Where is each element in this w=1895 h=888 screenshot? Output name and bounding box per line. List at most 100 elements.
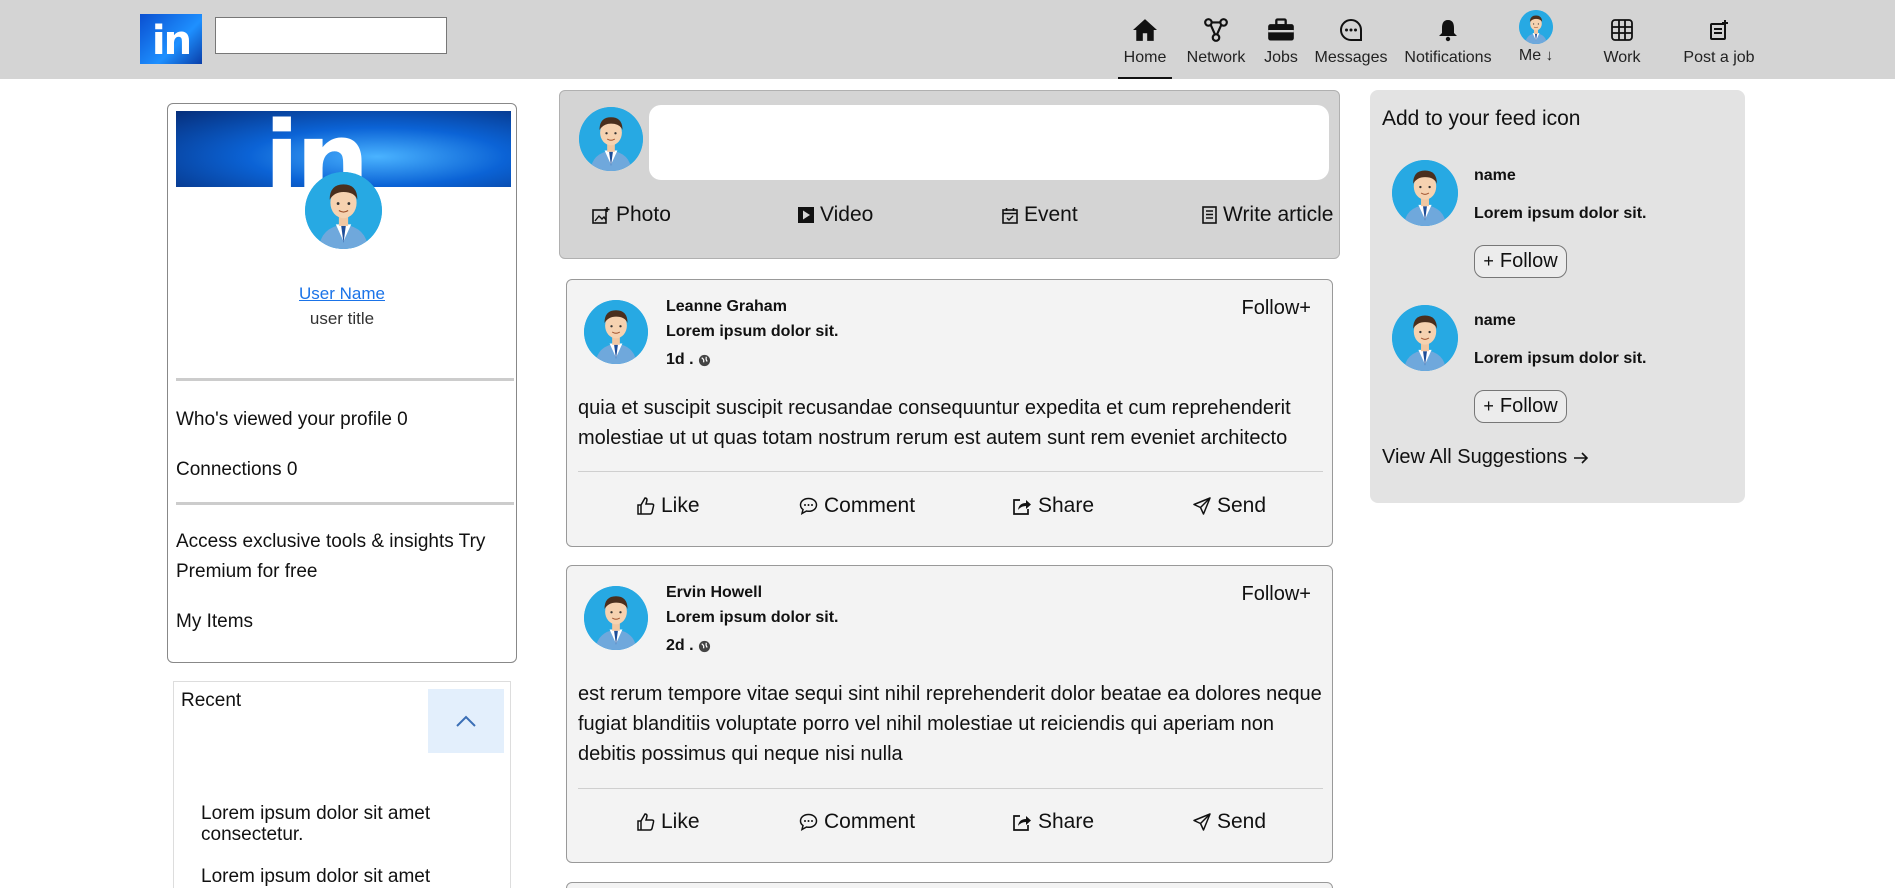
premium-link[interactable]: Access exclusive tools & insights Try Pr… [176,527,506,587]
grid-icon [1611,16,1633,44]
send-icon [1193,497,1211,515]
nav-network-label: Network [1186,49,1246,66]
event-button[interactable]: Event [1002,203,1078,227]
nav-home[interactable]: Home [1118,0,1172,79]
like-button[interactable]: Like [637,810,700,834]
feed-post: Leanne Graham Lorem ipsum dolor sit. 1d … [566,279,1333,547]
send-button[interactable]: Send [1193,494,1266,518]
share-icon [1013,814,1031,831]
network-icon [1203,16,1229,44]
share-button[interactable]: Share [1013,494,1094,518]
post-author-subtitle: Lorem ipsum dolor sit. [666,609,839,626]
suggestion-avatar[interactable] [1392,305,1458,371]
post-body: est rerum tempore vitae sequi sint nihil… [578,683,1322,765]
nav-jobs[interactable]: Jobs [1262,0,1300,79]
follow-button[interactable]: + Follow [1474,390,1567,423]
post-time-text: 1d . [666,351,694,368]
globe-icon [698,354,710,366]
feed-suggestions-card: Add to your feed icon name Lorem ipsum d… [1370,90,1745,503]
post-time: 2d . [666,637,711,655]
nav-post-job-label: Post a job [1683,49,1755,66]
my-items-link[interactable]: My Items [176,607,506,637]
nav-messages-label: Messages [1314,49,1388,66]
profile-avatar[interactable] [305,172,382,249]
send-icon [1193,813,1211,831]
suggestion-avatar[interactable] [1392,160,1458,226]
suggestions-title: Add to your feed icon [1382,107,1581,130]
recent-item[interactable]: Lorem ipsum dolor sit amet consectetur. [201,803,491,845]
article-icon [1202,206,1217,224]
post-author-avatar[interactable] [584,300,648,364]
start-post-input[interactable] [649,105,1329,180]
profile-views-link[interactable]: Who's viewed your profile 0 [176,405,506,435]
follow-button[interactable]: Follow+ [1242,297,1311,320]
like-label: Like [661,810,700,833]
profile-user-name[interactable]: User Name [168,284,516,304]
post-divider [578,788,1323,789]
share-label: Share [1038,810,1095,833]
nav-notifications[interactable]: Notifications [1403,0,1493,79]
view-all-suggestions-link[interactable]: View All Suggestions [1382,446,1589,469]
feed-post: Ervin Howell Lorem ipsum dolor sit. 2d .… [566,565,1333,863]
view-all-label: View All Suggestions [1382,446,1568,468]
calendar-icon [1002,207,1018,224]
video-button[interactable]: Video [798,203,873,227]
comment-icon [799,813,818,831]
recent-collapse-button[interactable] [428,689,504,753]
share-button[interactable]: Share [1013,810,1094,834]
comment-label: Comment [824,494,916,517]
video-icon [798,207,814,223]
follow-button[interactable]: Follow+ [1242,583,1311,606]
share-icon [1013,498,1031,515]
message-icon [1338,16,1364,44]
photo-icon [592,207,610,224]
send-button[interactable]: Send [1193,810,1266,834]
nav-work-label: Work [1603,49,1641,66]
like-button[interactable]: Like [637,494,700,518]
nav-work[interactable]: Work [1600,0,1644,79]
nav-me[interactable]: Me ↓ [1512,0,1560,79]
thumbs-up-icon [637,497,655,515]
search-input[interactable] [215,17,447,54]
send-label: Send [1217,810,1267,833]
suggestion-description: Lorem ipsum dolor sit. [1474,350,1647,367]
nav-messages[interactable]: Messages [1314,0,1388,79]
linkedin-logo[interactable]: in [140,14,202,64]
post-body: quia et suscipit suscipit recusandae con… [578,397,1291,449]
profile-divider [176,378,514,381]
profile-user-title: user title [309,309,375,328]
profile-card: in User Name user title Who's viewed you… [167,103,517,663]
comment-icon [799,497,818,515]
nav-post-job[interactable]: Post a job [1682,0,1756,79]
write-article-button[interactable]: Write article [1202,203,1333,227]
share-label: Share [1038,494,1095,517]
recent-item[interactable]: Lorem ipsum dolor sit amet [201,866,491,887]
post-author-name[interactable]: Leanne Graham [666,298,787,316]
comment-button[interactable]: Comment [799,810,915,834]
suggestion-name[interactable]: name [1474,167,1516,185]
post-time: 1d . [666,351,711,369]
me-avatar [1519,10,1553,44]
follow-label: Follow [1499,395,1558,417]
plus-icon: + [1483,251,1494,271]
video-label: Video [820,203,874,226]
photo-button[interactable]: Photo [592,203,671,227]
nav-me-label: Me [1518,47,1542,64]
briefcase-icon [1267,16,1295,44]
nav-network[interactable]: Network [1183,0,1249,79]
post-job-icon [1708,16,1730,44]
send-label: Send [1217,494,1267,517]
follow-button[interactable]: + Follow [1474,245,1567,278]
arrow-right-icon [1574,451,1589,464]
suggestion-name[interactable]: name [1474,312,1516,330]
post-author-avatar[interactable] [584,586,648,650]
suggestion-description: Lorem ipsum dolor sit. [1474,205,1647,222]
top-navbar: in Home Network Jobs Messages Notificati… [0,0,1895,79]
recent-card: Recent Lorem ipsum dolor sit amet consec… [173,681,511,888]
connections-link[interactable]: Connections 0 [176,455,506,485]
post-author-name[interactable]: Ervin Howell [666,584,762,602]
comment-button[interactable]: Comment [799,494,915,518]
comment-label: Comment [824,810,916,833]
like-label: Like [661,494,700,517]
recent-title: Recent [181,690,242,711]
